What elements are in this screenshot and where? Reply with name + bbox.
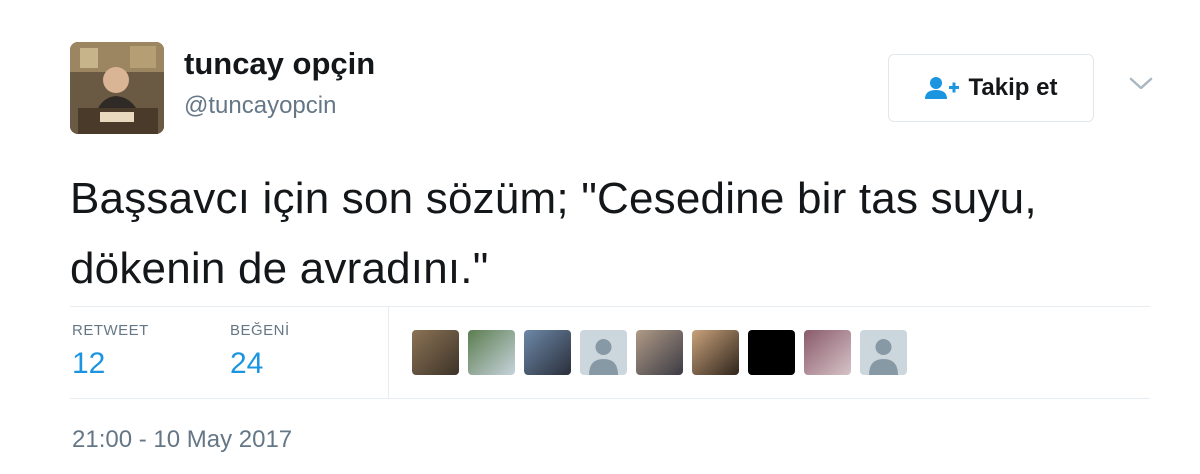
like-stat[interactable]: BEĞENİ 24: [230, 322, 290, 381]
chevron-down-icon[interactable]: [1126, 72, 1156, 94]
default-avatar-icon[interactable]: [860, 330, 907, 375]
liker-avatar[interactable]: [412, 330, 459, 375]
liker-avatar[interactable]: [636, 330, 683, 375]
liker-avatar[interactable]: [692, 330, 739, 375]
default-avatar-icon[interactable]: [580, 330, 627, 375]
display-name[interactable]: tuncay opçin: [184, 46, 375, 82]
liker-avatar[interactable]: [748, 330, 795, 375]
liker-avatars: [412, 330, 907, 375]
retweet-count: 12: [72, 347, 106, 380]
stats-divider-top: [70, 306, 1150, 307]
tweet-text: Başsavcı için son sözüm; "Cesedine bir t…: [70, 174, 1037, 293]
liker-avatar[interactable]: [468, 330, 515, 375]
retweet-label: RETWEET: [72, 322, 149, 339]
like-count: 24: [230, 347, 264, 380]
add-user-icon: [924, 76, 959, 100]
stats-divider-bottom: [70, 398, 1150, 399]
tweet-timestamp[interactable]: 21:00 - 10 May 2017: [72, 426, 292, 454]
liker-avatar[interactable]: [524, 330, 571, 375]
avatar[interactable]: [70, 42, 164, 134]
like-label: BEĞENİ: [230, 322, 290, 339]
stats-divider-vertical: [388, 306, 389, 398]
avatar-photo: [70, 42, 164, 134]
retweet-stat[interactable]: RETWEET 12: [72, 322, 149, 381]
follow-button-label: Takip et: [968, 74, 1058, 101]
liker-avatar[interactable]: [804, 330, 851, 375]
user-handle[interactable]: @tuncayopcin: [184, 92, 336, 120]
follow-button[interactable]: Takip et: [888, 54, 1094, 122]
